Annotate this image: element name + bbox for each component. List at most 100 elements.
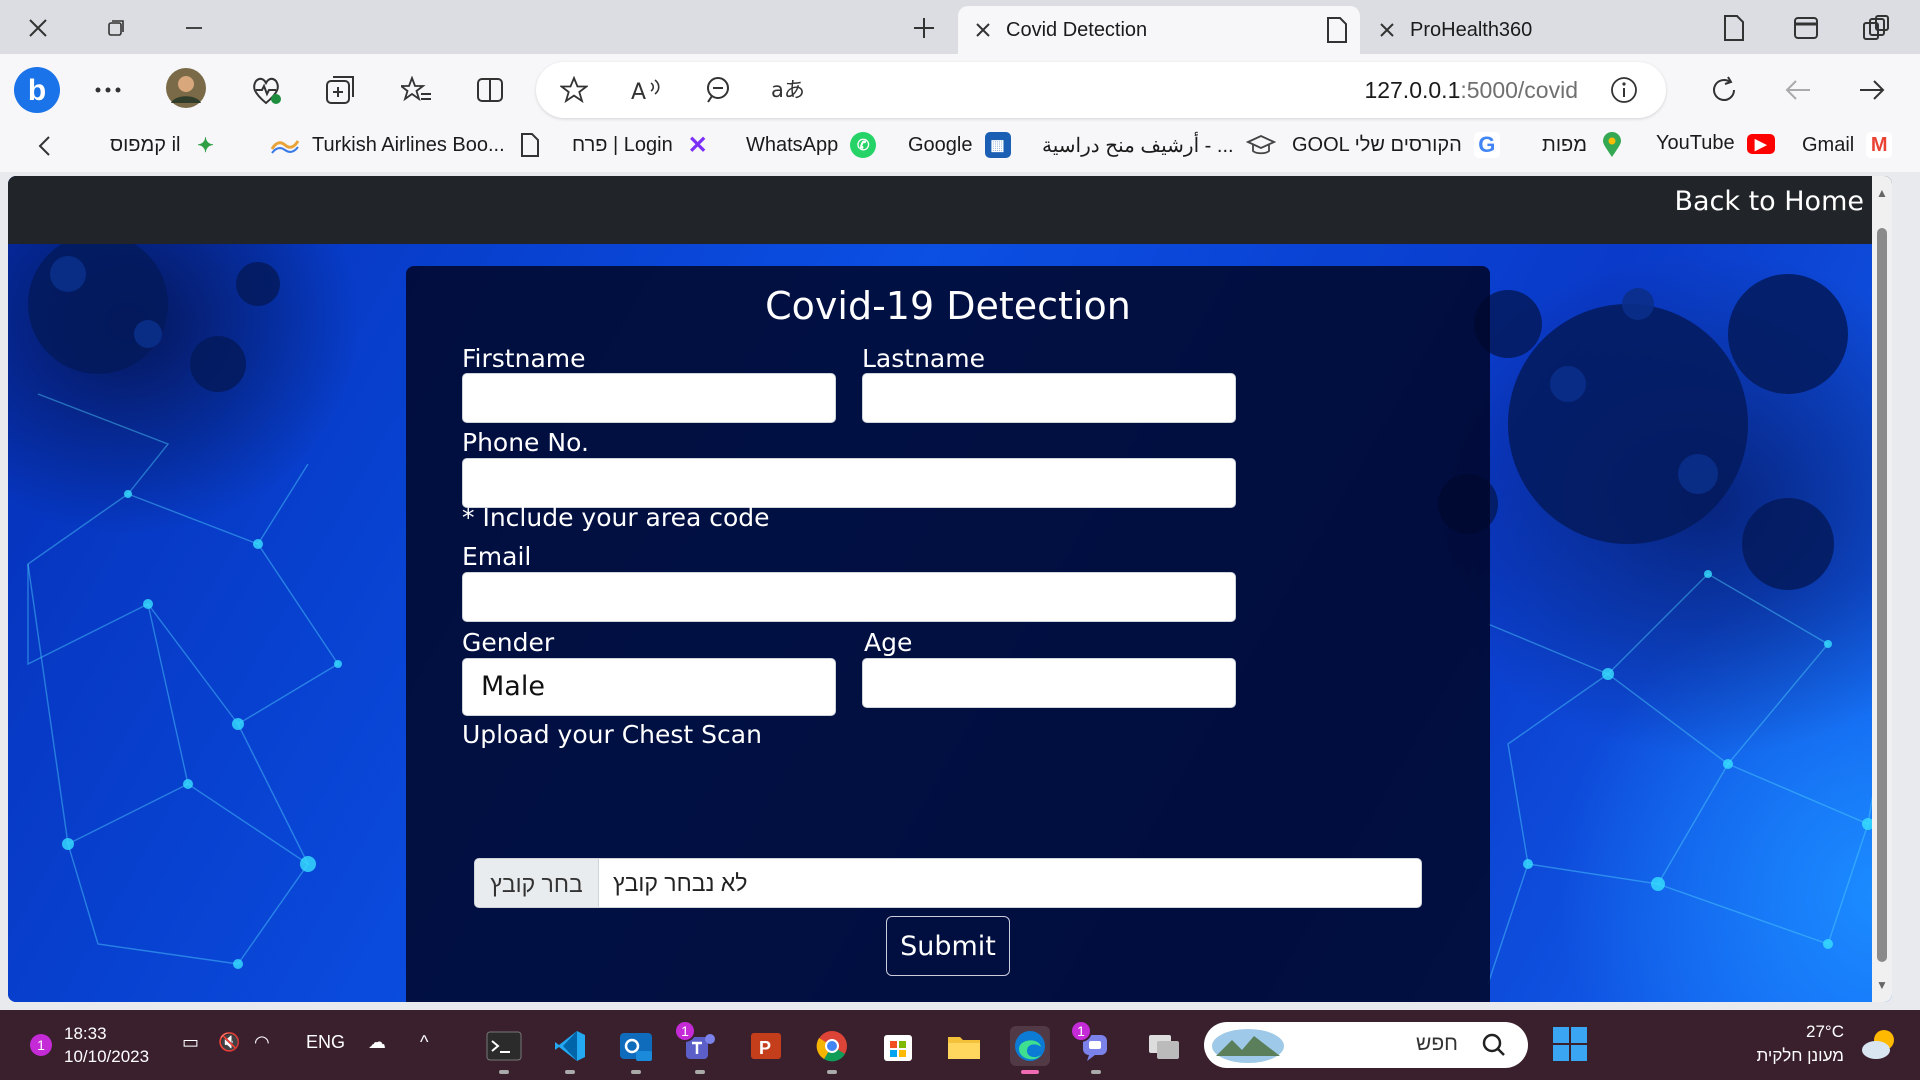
taskbar-search[interactable]: חפש [1204,1022,1528,1068]
scroll-down-icon[interactable]: ▼ [1876,978,1888,992]
favorite-campus-il[interactable]: קמפוס il ✦ [110,132,219,158]
add-favorite-button[interactable] [554,70,594,110]
outlook-icon [620,1033,652,1061]
choose-file-button[interactable]: בחר קובץ [475,859,599,907]
vertical-tabs-button[interactable] [1786,8,1826,48]
start-button[interactable] [1550,1024,1590,1064]
tab-covid-detection[interactable]: Covid Detection [958,6,1360,54]
lastname-input[interactable] [862,373,1236,423]
heart-pulse-icon [253,77,281,105]
taskbar-microsoft-store[interactable] [878,1026,918,1066]
favorite-maps[interactable]: מפות [1542,132,1625,158]
page-scrollbar[interactable]: ▲ ▼ [1872,176,1892,1002]
taskbar-outlook-new[interactable] [616,1026,656,1074]
chevron-left-icon [38,136,50,156]
read-aloud-button[interactable]: A [626,70,666,110]
refresh-button[interactable] [1704,70,1744,110]
favorite-ariel[interactable] [258,132,300,158]
no-file-chosen-text: לא נבחר קובץ [613,870,748,896]
collections-add-button[interactable] [320,70,360,110]
scroll-up-icon[interactable]: ▲ [1876,186,1888,200]
terminal-icon [486,1031,522,1061]
age-input[interactable] [862,658,1236,708]
task-view-icon [1149,1035,1179,1059]
favorite-perach-login[interactable]: פרח | Login ✕ [572,131,711,159]
profile-button[interactable] [164,66,208,110]
gool-icon: G [1473,132,1500,158]
phone-input[interactable] [462,458,1236,508]
tab-strip: Covid Detection ProHealth360 [0,0,1920,54]
taskbar-task-view[interactable] [1144,1026,1184,1066]
taskbar-powerpoint[interactable]: P [746,1026,786,1066]
favorite-gmail[interactable]: Gmail M [1802,132,1893,158]
page-icon [1326,16,1348,50]
tab-actions-button[interactable] [1714,8,1754,48]
taskbar-file-explorer[interactable] [944,1026,984,1066]
chevron-up-icon[interactable]: ^ [420,1032,428,1053]
volume-muted-icon[interactable]: 🔇 [218,1032,240,1053]
onedrive-icon[interactable]: ☁ [368,1032,386,1053]
workspaces-button[interactable] [1856,8,1896,48]
search-icon [1482,1033,1505,1056]
bing-copilot-button[interactable]: b [12,62,62,118]
read-aloud-icon: A [631,79,660,103]
taskbar-edge[interactable] [1010,1026,1050,1074]
tab-close-icon[interactable] [1376,22,1398,38]
split-screen-button[interactable] [470,70,510,110]
windows-icon [1553,1027,1587,1061]
firstname-input[interactable] [462,373,836,423]
perach-icon: ✕ [687,131,708,159]
favorite-google[interactable]: Google ▦ [908,132,1011,158]
language-indicator[interactable]: ENG [306,1032,345,1053]
translate-button[interactable]: aあ [768,70,808,110]
tab-prohealth360[interactable]: ProHealth360 [1362,6,1662,54]
back-button[interactable] [1852,70,1892,110]
weather-widget[interactable]: 27°C מעונן חלקית [1757,1020,1844,1068]
favorite-scholarships[interactable]: أرشيف منح دراسية - ... [1042,132,1276,158]
edge-icon [1015,1031,1045,1061]
favorite-whatsapp[interactable]: WhatsApp ✆ [746,132,877,158]
find-on-page-button[interactable] [698,70,738,110]
tab-close-icon[interactable] [972,22,994,38]
restore-window-button[interactable] [96,8,136,48]
wifi-icon[interactable]: ◠ [254,1032,270,1053]
scroll-thumb[interactable] [1877,228,1887,962]
chrome-icon [816,1031,847,1062]
browser-essentials-button[interactable] [246,70,286,110]
windows-taskbar: 1 18:33 10/10/2023 ▭ 🔇 ◠ ENG ☁ ^ 1 P 1 ח… [0,1010,1920,1080]
taskbar-teams-chat[interactable]: 1 [1070,1020,1116,1074]
taskbar-chrome[interactable] [812,1026,852,1074]
google-icon: ▦ [984,132,1011,158]
taskbar-vscode[interactable] [550,1026,590,1074]
favorite-youtube[interactable]: YouTube ▶ [1656,132,1775,155]
site-info-button[interactable] [1604,70,1644,110]
page-icon [517,132,543,158]
forward-button[interactable] [1778,70,1818,110]
notification-badge[interactable]: 1 [30,1034,52,1056]
clock[interactable]: 18:33 10/10/2023 [64,1022,149,1068]
vscode-icon [555,1031,585,1061]
submit-button[interactable]: Submit [886,916,1010,976]
close-window-button[interactable] [18,8,58,48]
settings-more-button[interactable] [88,70,128,110]
email-input[interactable] [462,572,1236,622]
minimize-window-button[interactable] [174,8,214,48]
favorites-button[interactable] [396,70,436,110]
address-bar[interactable]: A aあ 127.0.0.1:5000/covid [536,62,1666,118]
url-text[interactable]: 127.0.0.1:5000/covid [1364,77,1578,104]
more-icon [95,87,121,93]
page-icon [1724,15,1744,41]
powerpoint-icon: P [751,1033,781,1059]
new-tab-button[interactable] [904,8,944,48]
favorite-gool[interactable]: GOOL הקורסים שלי G [1292,132,1500,158]
workspaces-icon [1863,15,1889,40]
taskbar-terminal[interactable] [484,1026,524,1074]
gender-select[interactable]: Male [462,658,836,716]
battery-icon[interactable]: ▭ [182,1032,199,1053]
favorite-turkish-airlines[interactable]: Turkish Airlines Boo... [312,132,543,158]
back-to-home-link[interactable]: Back to Home [1674,186,1864,217]
favorites-scroll-button[interactable] [24,126,64,166]
taskbar-teams[interactable]: 1 [674,1020,720,1074]
chat-search-icon [707,77,729,103]
chest-scan-file-input[interactable]: בחר קובץ לא נבחר קובץ [474,858,1422,908]
